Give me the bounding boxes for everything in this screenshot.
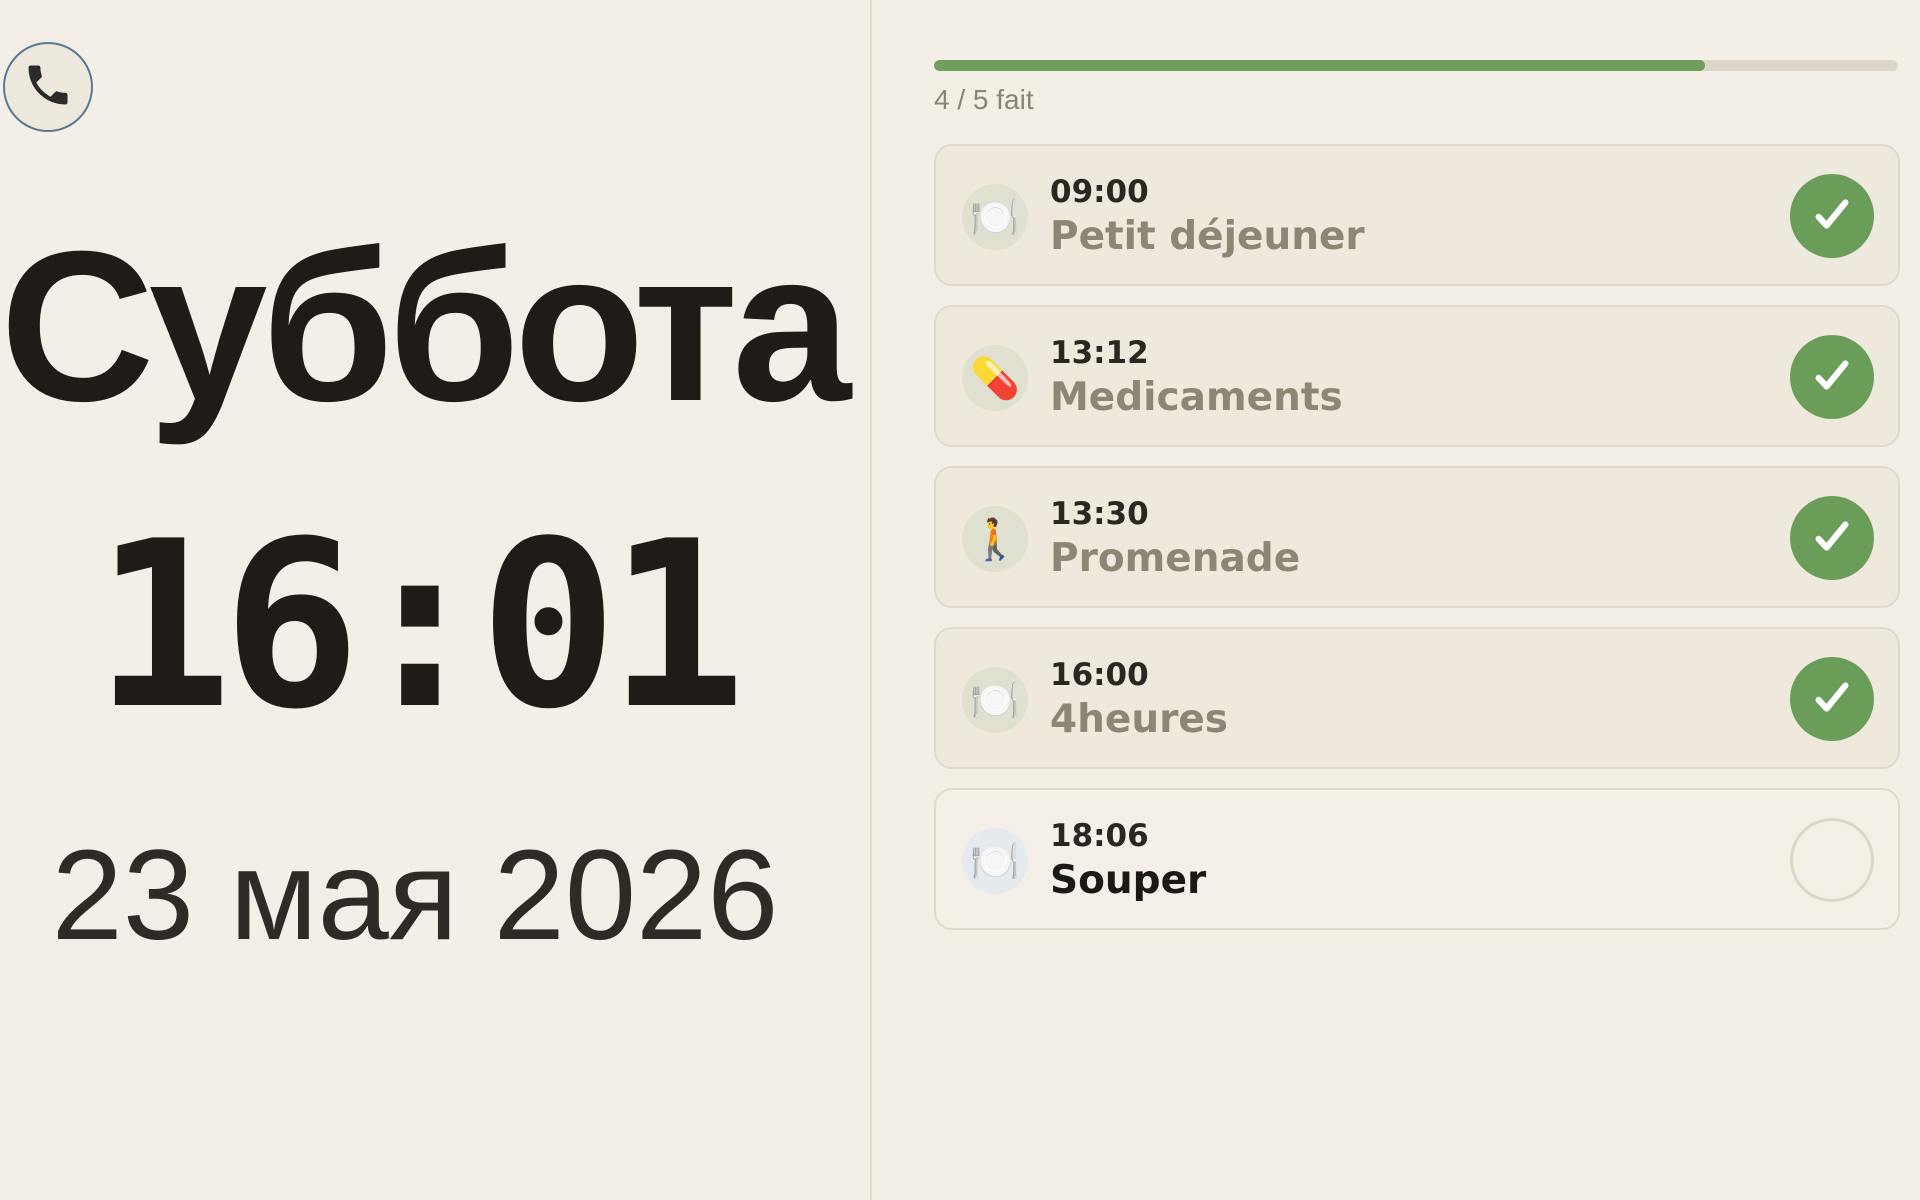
task-item[interactable]: 🍽️ 09:00 Petit déjeuner: [934, 144, 1900, 286]
progress-fill: [934, 60, 1706, 71]
task-done-checkbox[interactable]: [1790, 335, 1874, 419]
task-label: Promenade: [1050, 536, 1301, 581]
task-done-checkbox[interactable]: [1790, 496, 1874, 580]
right-panel: 4 / 5 fait 🍽️ 09:00 Petit déjeuner 💊 13:12 Me…: [872, 0, 1920, 1200]
progress-bar: [934, 60, 1898, 71]
left-panel: Суббота 16:01 23 мая 2026: [0, 0, 872, 1200]
progress-label: 4 / 5 fait: [934, 84, 1034, 115]
task-done-checkbox[interactable]: [1790, 174, 1874, 258]
task-time: 13:30: [1050, 496, 1149, 532]
task-icon-plate-icon: 🍽️: [962, 184, 1028, 250]
task-list: 🍽️ 09:00 Petit déjeuner 💊 13:12 Medicaments 🚶 1…: [934, 144, 1900, 949]
task-icon-pill-icon: 💊: [962, 345, 1028, 411]
task-item[interactable]: 🍽️ 18:06 Souper: [934, 788, 1900, 930]
phone-icon: [22, 59, 74, 116]
task-time: 16:00: [1050, 657, 1149, 693]
current-time: 16:01: [93, 493, 746, 760]
checkmark-icon: [1809, 191, 1855, 242]
task-item[interactable]: 💊 13:12 Medicaments: [934, 305, 1900, 447]
task-icon-plate-icon: 🍽️: [962, 828, 1028, 894]
task-time: 09:00: [1050, 174, 1149, 210]
task-done-checkbox[interactable]: [1790, 657, 1874, 741]
task-time: 13:12: [1050, 335, 1149, 371]
checkmark-icon: [1809, 513, 1855, 564]
task-label: Souper: [1050, 858, 1207, 903]
task-item[interactable]: 🚶 13:30 Promenade: [934, 466, 1900, 608]
task-pending-checkbox[interactable]: [1790, 818, 1874, 902]
task-label: Petit déjeuner: [1050, 214, 1365, 259]
checkmark-icon: [1809, 674, 1855, 725]
screen: Суббота 16:01 23 мая 2026 4 / 5 fait 🍽️ 0…: [0, 0, 1920, 1200]
current-date: 23 мая 2026: [51, 824, 779, 967]
task-time: 18:06: [1050, 818, 1149, 854]
call-button[interactable]: [3, 42, 93, 132]
task-item[interactable]: 🍽️ 16:00 4heures: [934, 627, 1900, 769]
task-label: Medicaments: [1050, 375, 1343, 420]
task-icon-walking-person-icon: 🚶: [962, 506, 1028, 572]
weekday: Суббота: [0, 207, 851, 446]
checkmark-icon: [1809, 352, 1855, 403]
task-icon-plate-icon: 🍽️: [962, 667, 1028, 733]
task-label: 4heures: [1050, 697, 1229, 742]
